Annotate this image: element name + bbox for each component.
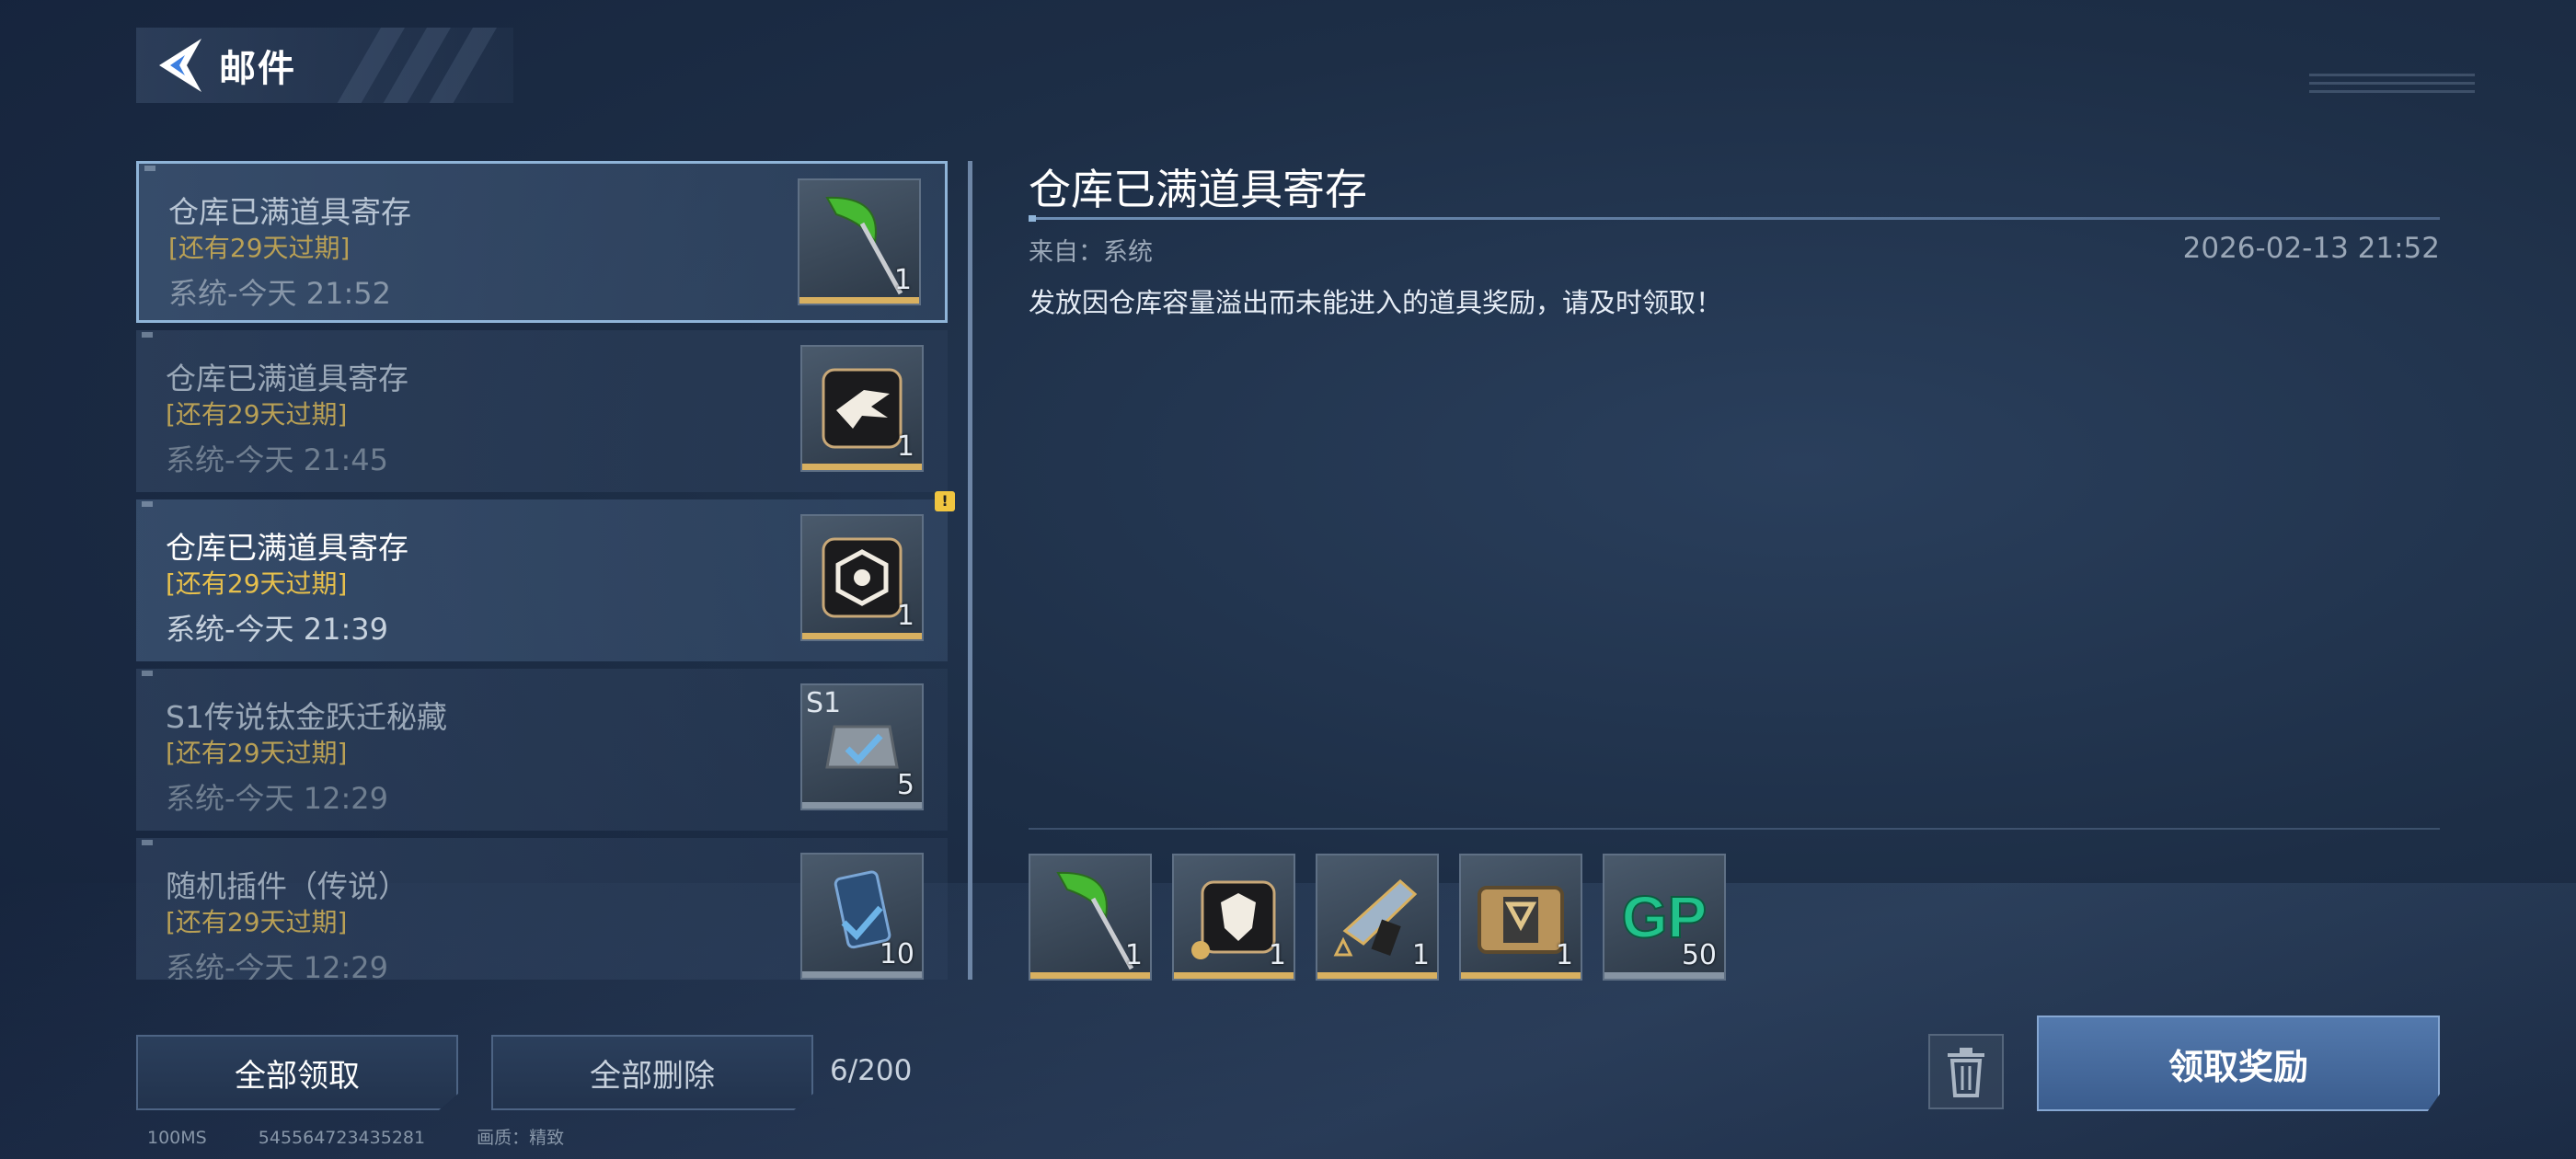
mail-title: 随机插件（传说） (166, 868, 408, 904)
reward-count: 1 (1124, 939, 1143, 971)
decorative-lines (2309, 74, 2475, 110)
mail-meta: 系统-今天 21:52 (168, 276, 391, 311)
mail-list-scrollbar[interactable] (968, 161, 972, 980)
mail-count: 6/200 (830, 1054, 913, 1087)
mail-attachment: 1 (800, 514, 924, 641)
reward-count: 1 (1411, 939, 1430, 971)
mail-list[interactable]: 仓库已满道具寄存 [还有29天过期] 系统-今天 21:52 1 仓库已满道具寄… (136, 161, 948, 980)
footer-info: 100MS 545564723435281 画质：精致 (147, 1124, 601, 1149)
reward-item[interactable]: 1 (1029, 854, 1152, 981)
detail-title: 仓库已满道具寄存 (1029, 165, 1367, 214)
mail-item[interactable]: 随机插件（传说） [还有29天过期] 系统-今天 12:29 10 (136, 838, 948, 980)
attachment-count: 5 (896, 769, 914, 801)
claim-all-label: 全部领取 (235, 1057, 360, 1095)
mail-meta: 系统-今天 12:29 (166, 781, 388, 816)
wolf-emblem-icon (1191, 880, 1276, 959)
delete-mail-button[interactable] (1928, 1034, 2004, 1109)
page-header: 邮件 (136, 28, 513, 103)
attachment-count: 1 (893, 264, 912, 296)
divider (1029, 828, 2440, 830)
quality-text: 画质：精致 (477, 1128, 565, 1148)
reward-item[interactable]: 1 (1459, 854, 1582, 981)
reward-count: 1 (1268, 939, 1286, 971)
ping-text: 100MS (147, 1128, 207, 1148)
mail-attachment: 1 (800, 345, 924, 472)
back-button[interactable] (136, 28, 219, 103)
mail-title: S1传说钛金跃迁秘藏 (166, 699, 447, 735)
mail-expire: [还有29天过期] (166, 399, 348, 430)
mail-title: 仓库已满道具寄存 (166, 530, 408, 566)
mail-tag (142, 332, 178, 339)
mail-title: 仓库已满道具寄存 (166, 361, 408, 396)
mail-tag (144, 166, 181, 173)
detail-body: 发放因仓库容量溢出而未能进入的道具奖励，请及时领取！ (1029, 287, 1723, 318)
page-title: 邮件 (219, 48, 296, 90)
target-emblem-icon (822, 537, 903, 618)
claim-all-button[interactable]: 全部领取 (136, 1035, 458, 1110)
mail-item[interactable]: 仓库已满道具寄存 [还有29天过期] 系统-今天 21:45 1 (136, 330, 948, 492)
reward-item[interactable]: 1 (1172, 854, 1295, 981)
reward-list: 1 1 1 1 GP 50 (1029, 854, 1746, 982)
mail-item[interactable]: 仓库已满道具寄存 [还有29天过期] 系统-今天 21:39 1 (136, 499, 948, 661)
delete-all-label: 全部删除 (590, 1057, 715, 1095)
detail-sender: 来自：系统 (1029, 238, 1153, 267)
trash-icon (1948, 1048, 1984, 1097)
attachment-season-label: S1 (806, 687, 842, 719)
uid-text: 545564723435281 (258, 1128, 426, 1148)
mail-expire: [还有29天过期] (166, 568, 348, 599)
mail-expire: [还有29天过期] (168, 233, 351, 263)
mail-meta: 系统-今天 21:39 (166, 612, 388, 647)
mail-expire: [还有29天过期] (166, 907, 348, 937)
mail-item[interactable]: S1传说钛金跃迁秘藏 [还有29天过期] 系统-今天 12:29 S1 5 (136, 669, 948, 831)
header-stripes (329, 28, 513, 103)
mail-attachment: 10 (800, 853, 924, 980)
eagle-emblem-icon (822, 368, 903, 449)
mail-tag (142, 671, 178, 678)
mail-attachment: 1 (798, 178, 921, 305)
claim-reward-label: 领取奖励 (2168, 1046, 2308, 1087)
mail-attachment: S1 5 (800, 683, 924, 810)
back-arrow-icon (159, 39, 201, 92)
reward-count: 50 (1681, 939, 1717, 971)
mail-meta: 系统-今天 12:29 (166, 950, 388, 980)
attachment-count: 1 (896, 430, 914, 463)
attachment-count: 1 (896, 600, 914, 632)
mail-detail: 仓库已满道具寄存 来自：系统 2026-02-13 21:52 发放因仓库容量溢… (1029, 156, 2440, 837)
mail-tag (142, 840, 178, 847)
mail-item[interactable]: 仓库已满道具寄存 [还有29天过期] 系统-今天 21:52 1 (136, 161, 948, 323)
claim-reward-button[interactable]: 领取奖励 (2037, 1016, 2440, 1111)
reward-item[interactable]: 1 (1316, 854, 1439, 981)
attachment-count: 10 (879, 938, 914, 970)
reward-count: 1 (1555, 939, 1573, 971)
reward-item[interactable]: GP 50 (1603, 854, 1726, 981)
mail-tag (142, 501, 178, 509)
mail-expire: [还有29天过期] (166, 738, 348, 768)
unread-alert-badge: ! (935, 491, 955, 511)
delete-all-button[interactable]: 全部删除 (491, 1035, 813, 1110)
divider (1029, 215, 2440, 222)
mail-meta: 系统-今天 21:45 (166, 442, 388, 477)
mail-title: 仓库已满道具寄存 (168, 194, 411, 230)
detail-date: 2026-02-13 21:52 (2182, 232, 2440, 265)
